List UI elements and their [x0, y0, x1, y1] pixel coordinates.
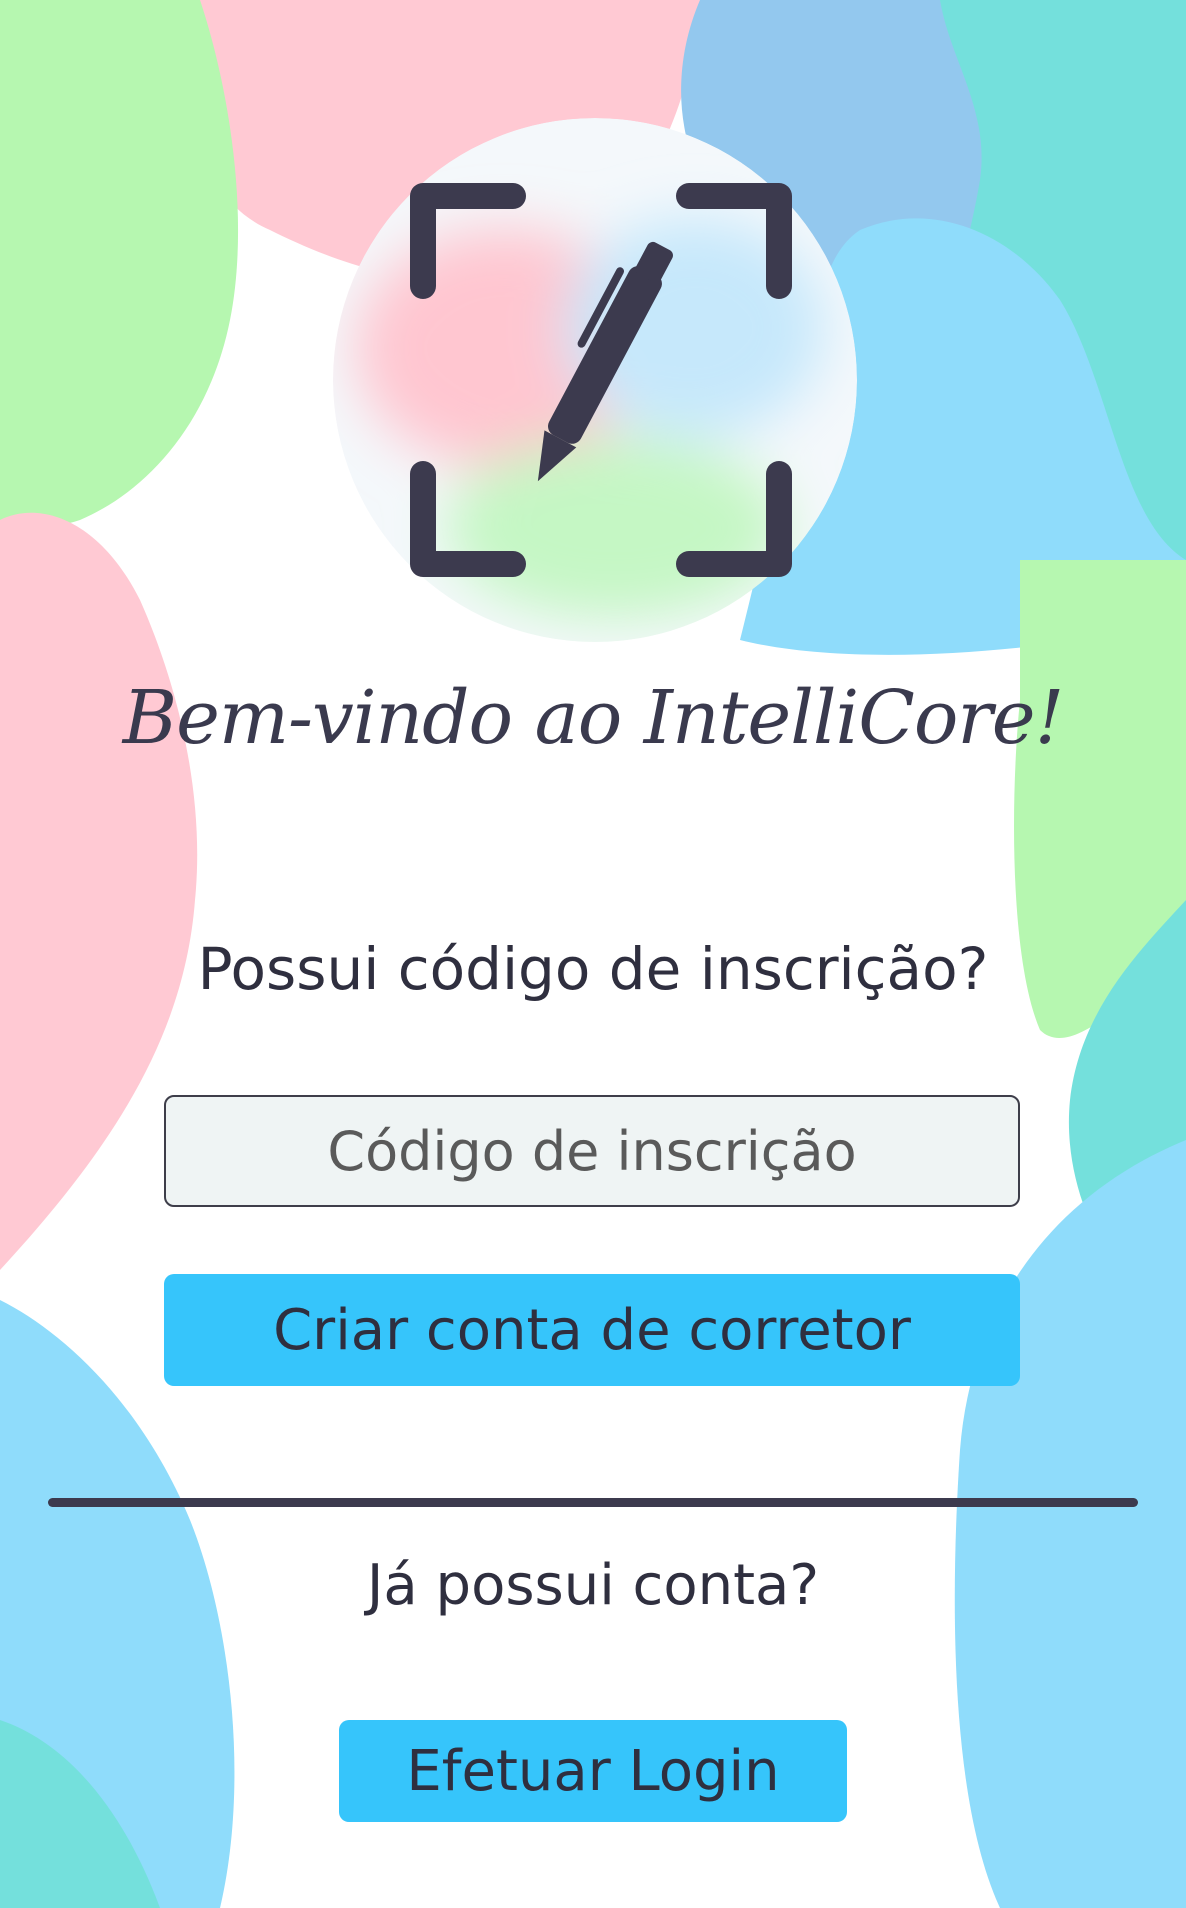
welcome-title: Bem-vindo ao IntelliCore! [122, 675, 1065, 761]
signup-question: Possui código de inscrição? [197, 935, 989, 1003]
login-question: Já possui conta? [366, 1553, 820, 1618]
login-button[interactable]: Efetuar Login [339, 1720, 847, 1822]
landing-screen: Bem-vindo ao IntelliCore! Possui código … [0, 0, 1186, 1908]
create-broker-account-button[interactable]: Criar conta de corretor [164, 1274, 1020, 1386]
section-divider [48, 1498, 1138, 1507]
registration-code-input[interactable] [164, 1095, 1020, 1207]
pen-in-frame-icon [333, 118, 857, 642]
